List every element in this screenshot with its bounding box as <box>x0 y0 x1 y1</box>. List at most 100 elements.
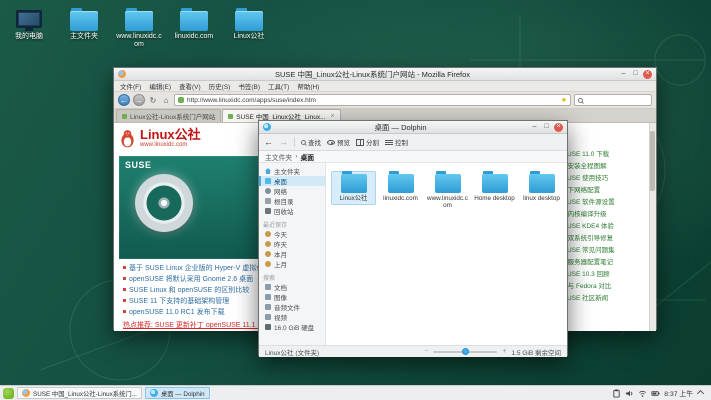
firefox-icon <box>118 70 126 78</box>
back-button[interactable]: ← <box>118 94 130 106</box>
app-launcher-icon[interactable] <box>3 388 14 399</box>
page-scrollbar[interactable] <box>649 123 656 331</box>
desktop-icon-linuxidc[interactable]: linuxidc.com <box>171 6 217 49</box>
zoom-out-icon[interactable]: − <box>424 348 428 355</box>
menu-tools[interactable]: 工具(T) <box>268 81 289 91</box>
bookmark-star-icon[interactable]: ★ <box>561 96 567 104</box>
menu-help[interactable]: 帮助(H) <box>297 81 319 91</box>
site-logo-title[interactable]: Linux公社 <box>140 128 201 141</box>
reload-icon[interactable]: ↻ <box>148 96 158 105</box>
volume-icon[interactable] <box>625 389 634 398</box>
tab-close-icon[interactable]: × <box>330 113 334 120</box>
zoom-slider-thumb[interactable] <box>462 348 469 355</box>
menu-history[interactable]: 历史(S) <box>209 81 231 91</box>
back-icon[interactable]: ← <box>264 138 273 147</box>
place-label: 主文件夹 <box>274 166 300 176</box>
place-label: 网络 <box>274 186 287 196</box>
clock[interactable]: 8:37 上午 <box>664 388 693 398</box>
forward-icon[interactable]: → <box>279 138 288 147</box>
desktop-icon-label: 主文件夹 <box>61 33 107 41</box>
preview-eye-icon <box>327 140 335 145</box>
window-title: SUSE 中国_Linux公社-Linux系统门户网站 - Mozilla Fi… <box>129 69 616 80</box>
forward-button[interactable]: → <box>133 94 145 106</box>
breadcrumb-home[interactable]: 主文件夹 <box>265 152 292 162</box>
firefox-titlebar[interactable]: SUSE 中国_Linux公社-Linux系统门户网站 - Mozilla Fi… <box>114 68 656 81</box>
dolphin-titlebar[interactable]: 桌面 — Dolphin – □ × <box>259 121 567 134</box>
maximize-button[interactable]: □ <box>542 123 551 132</box>
menu-file[interactable]: 文件(F) <box>120 81 141 91</box>
clock-icon <box>265 231 271 237</box>
search-images[interactable]: 图像 <box>259 292 325 302</box>
desktop-icon-linux-gongshe[interactable]: Linux公社 <box>226 6 272 49</box>
menu-edit[interactable]: 编辑(E) <box>149 81 171 91</box>
tab-linuxidc-home[interactable]: Linux公社-Linux系统门户网站 <box>116 109 221 122</box>
device-hard-disk[interactable]: 16.0 GiB 硬盘 <box>259 322 325 332</box>
tab-favicon <box>122 114 127 119</box>
network-icon[interactable] <box>638 389 647 398</box>
recent-this-month[interactable]: 本月 <box>259 249 325 259</box>
folder-icon <box>388 174 414 193</box>
breadcrumb: 主文件夹 › 桌面 <box>259 151 567 163</box>
desktop-icon-home-folder[interactable]: 主文件夹 <box>61 6 107 49</box>
folder-name: www.linuxidc.com <box>427 195 468 209</box>
desktop-icon-row: 我的电脑 主文件夹 www.linuxidc.com linuxidc.com … <box>6 6 272 49</box>
desktop-icon-label: 我的电脑 <box>6 33 52 41</box>
close-button[interactable]: × <box>554 123 563 132</box>
maximize-button[interactable]: □ <box>631 70 640 79</box>
place-label: 图像 <box>274 292 287 302</box>
panel-expander-chevron-icon[interactable] <box>697 389 704 396</box>
folder-item-linux-desktop[interactable]: linux desktop <box>519 171 564 205</box>
desktop-icon-label: www.linuxidc.com <box>116 33 162 49</box>
find-button[interactable]: 查找 <box>301 137 321 147</box>
menu-bookmarks[interactable]: 书签(B) <box>238 81 260 91</box>
search-icon <box>301 140 306 145</box>
desktop-icon-www-linuxidc[interactable]: www.linuxidc.com <box>116 6 162 49</box>
dolphin-toolbar: ← → 查找 预览 分割 控制 <box>259 134 567 151</box>
zoom-in-icon[interactable]: + <box>502 348 506 355</box>
search-documents[interactable]: 文档 <box>259 282 325 292</box>
search-box[interactable] <box>574 94 652 106</box>
search-videos[interactable]: 视频 <box>259 312 325 322</box>
search-audio[interactable]: 音频文件 <box>259 302 325 312</box>
recent-section-header: 最近保存 <box>259 219 325 229</box>
firefox-icon <box>22 389 30 397</box>
close-button[interactable]: × <box>643 70 652 79</box>
task-button-dolphin[interactable]: 桌面 — Dolphin <box>145 387 210 399</box>
minimize-button[interactable]: – <box>530 123 539 132</box>
control-button[interactable]: 控制 <box>385 137 408 147</box>
task-button-firefox[interactable]: SUSE 中国_Linux公社-Linux系统门... <box>17 387 142 399</box>
preview-button[interactable]: 预览 <box>327 137 350 147</box>
scrollbar-thumb[interactable] <box>650 131 655 191</box>
split-view-icon <box>356 139 364 146</box>
folder-view[interactable]: Linux公社 linuxidc.com www.linuxidc.com Ho… <box>326 163 567 345</box>
desktop-icon-my-computer[interactable]: 我的电脑 <box>6 6 52 49</box>
recent-today[interactable]: 今天 <box>259 229 325 239</box>
folder-icon <box>482 174 508 193</box>
folder-item-home-desktop[interactable]: Home desktop <box>472 171 517 205</box>
place-desktop[interactable]: 桌面 <box>259 176 325 186</box>
zoom-slider[interactable] <box>433 351 497 353</box>
place-home[interactable]: 主文件夹 <box>259 166 325 176</box>
place-trash[interactable]: 回收站 <box>259 206 325 216</box>
task-label: SUSE 中国_Linux公社-Linux系统门... <box>33 389 137 398</box>
place-network[interactable]: 网络 <box>259 186 325 196</box>
calendar-icon <box>265 261 271 267</box>
split-button[interactable]: 分割 <box>356 137 379 147</box>
search-input[interactable] <box>585 97 648 104</box>
recent-yesterday[interactable]: 昨天 <box>259 239 325 249</box>
trash-icon <box>265 208 271 214</box>
desktop: 我的电脑 主文件夹 www.linuxidc.com linuxidc.com … <box>0 0 711 400</box>
folder-item-linuxidc[interactable]: linuxidc.com <box>378 171 423 205</box>
recent-last-month[interactable]: 上月 <box>259 259 325 269</box>
menu-view[interactable]: 查看(V) <box>179 81 201 91</box>
folder-item-linux-gongshe[interactable]: Linux公社 <box>331 171 376 205</box>
place-root[interactable]: 根目录 <box>259 196 325 206</box>
folder-item-www-linuxidc[interactable]: www.linuxidc.com <box>425 171 470 212</box>
clipboard-icon[interactable] <box>612 389 621 398</box>
home-icon[interactable]: ⌂ <box>161 96 171 105</box>
breadcrumb-current[interactable]: 桌面 <box>300 152 314 162</box>
place-label: 昨天 <box>274 239 287 249</box>
url-bar[interactable]: http://www.linuxidc.com/apps/suse/index.… <box>174 94 571 106</box>
minimize-button[interactable]: – <box>619 70 628 79</box>
battery-icon[interactable] <box>651 389 660 398</box>
